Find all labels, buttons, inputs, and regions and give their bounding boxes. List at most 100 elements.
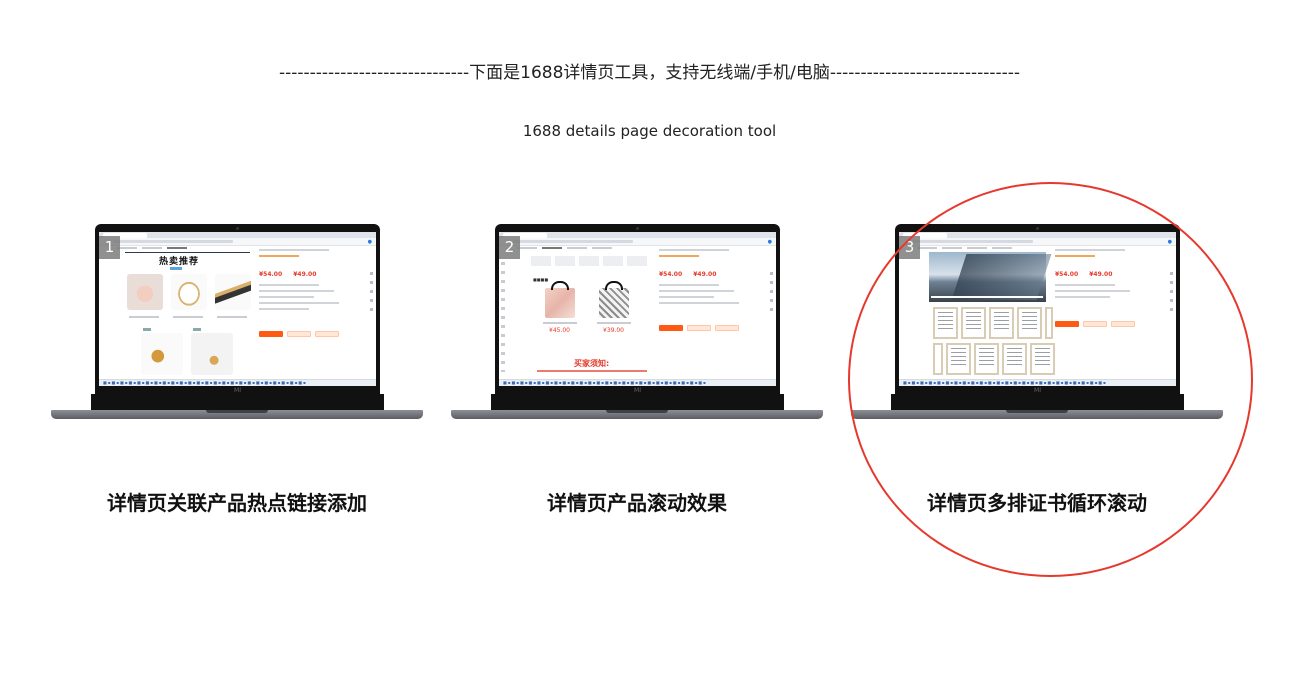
price-2: ¥49.00 [693, 271, 717, 278]
laptop-screen[interactable]: ● ¥54.00 ¥49.00 ■▪■▪■▪■▪■▪■▪■▪■▪■▪■▪■▪■▪… [899, 232, 1176, 386]
action-buttons [1055, 312, 1145, 327]
product-bag-gray[interactable] [599, 288, 629, 318]
section-title: 热卖推荐 [159, 257, 200, 267]
certificate-card[interactable] [1017, 307, 1042, 339]
laptop-bezel-bottom [91, 394, 384, 410]
camera-dot [636, 227, 639, 230]
browser-profile-icon[interactable]: ● [1168, 239, 1172, 245]
side-toolbar [1170, 272, 1174, 332]
taskbar: ■▪■▪■▪■▪■▪■▪■▪■▪■▪■▪■▪■▪■▪■▪■▪■▪■▪■▪■▪■▪… [499, 379, 776, 386]
price-row: ¥54.00 ¥49.00 [659, 261, 747, 280]
product-thumb-bangle[interactable] [171, 274, 207, 310]
caption-3: 详情页多排证书循环滚动 [927, 491, 1147, 515]
header-dashes-right: ------------------------------- [829, 63, 1021, 83]
browser-profile-icon[interactable]: ● [368, 239, 372, 245]
left-rail [501, 262, 505, 372]
bag-handle [551, 281, 569, 290]
certificate-card[interactable] [933, 343, 943, 375]
taskbar-icons[interactable]: ■▪■▪■▪■▪■▪■▪■▪■▪■▪■▪■▪■▪■▪■▪■▪■▪■▪■▪■▪■▪… [503, 380, 707, 385]
step-number-badge: 1 [99, 236, 120, 259]
price-1: ¥54.00 [1055, 271, 1079, 278]
video-controls[interactable] [931, 296, 1043, 298]
product-label [543, 322, 577, 324]
add-cart-button[interactable] [287, 331, 311, 337]
url-field[interactable] [113, 240, 233, 243]
certificate-card[interactable] [1030, 343, 1055, 375]
price-2: ¥49.00 [293, 271, 317, 278]
product-label [129, 316, 159, 318]
laptop-screen[interactable]: ● 热卖推荐 ¥54.00 ¥49.00 ■▪■▪■▪■▪■▪■▪■▪■▪■▪■… [99, 232, 376, 386]
browser-profile-icon[interactable]: ● [768, 239, 772, 245]
product-tag [143, 328, 151, 331]
buy-now-button[interactable] [259, 331, 283, 337]
laptop-card-1[interactable]: ● 热卖推荐 ¥54.00 ¥49.00 ■▪■▪■▪■▪■▪■▪■▪■▪■▪■… [51, 224, 423, 424]
banner-building [951, 254, 1052, 300]
caption-1: 详情页关联产品热点链接添加 [107, 491, 367, 515]
laptop-lid: ● ¥54.00 ¥49.00 ■▪■▪■▪■▪■▪■▪■▪■▪■▪■▪■▪■▪… [895, 224, 1180, 394]
order-button[interactable] [1111, 321, 1135, 327]
step-number-badge: 2 [499, 236, 520, 259]
bag-handle [605, 281, 623, 290]
section-heading: ■■■■ [533, 277, 549, 282]
order-button[interactable] [715, 325, 739, 331]
laptop-notch [1006, 410, 1068, 413]
product-price-2: ¥39.00 [603, 327, 624, 334]
laptop-card-3[interactable]: ● ¥54.00 ¥49.00 ■▪■▪■▪■▪■▪■▪■▪■▪■▪■▪■▪■▪… [851, 224, 1223, 424]
side-toolbar [770, 272, 774, 332]
taskbar-icons[interactable]: ■▪■▪■▪■▪■▪■▪■▪■▪■▪■▪■▪■▪■▪■▪■▪■▪■▪■▪■▪■▪… [103, 380, 307, 385]
brand-logo: MI [634, 387, 641, 394]
product-label [597, 322, 631, 324]
spec-table [531, 256, 649, 266]
product-thumb-earring[interactable] [141, 333, 183, 375]
product-label [217, 316, 247, 318]
certificate-card[interactable] [946, 343, 971, 375]
nav-divider [125, 252, 250, 253]
action-buttons [259, 322, 349, 337]
certificate-card[interactable] [961, 307, 986, 339]
product-tag [193, 328, 201, 331]
laptop-lid: ● 热卖推荐 ¥54.00 ¥49.00 ■▪■▪■▪■▪■▪■▪■▪■▪■▪■… [95, 224, 380, 394]
buy-now-button[interactable] [1055, 321, 1079, 327]
subtitle: 1688 details page decoration tool [522, 122, 777, 140]
price-1: ¥54.00 [259, 271, 283, 278]
certificate-card[interactable] [1002, 343, 1027, 375]
taskbar: ■▪■▪■▪■▪■▪■▪■▪■▪■▪■▪■▪■▪■▪■▪■▪■▪■▪■▪■▪■▪… [899, 379, 1176, 386]
url-field[interactable] [913, 240, 1033, 243]
buy-now-button[interactable] [659, 325, 683, 331]
url-field[interactable] [513, 240, 633, 243]
certificate-card[interactable] [1045, 307, 1053, 339]
section-tag [170, 267, 182, 270]
order-button[interactable] [315, 331, 339, 337]
laptop-card-2[interactable]: ● ■■■■ ¥45.00 ¥39.00 买家须知: ¥54.00 ¥49.00 [451, 224, 823, 424]
laptop-bezel-bottom [891, 394, 1184, 410]
taskbar: ■▪■▪■▪■▪■▪■▪■▪■▪■▪■▪■▪■▪■▪■▪■▪■▪■▪■▪■▪■▪… [99, 379, 376, 386]
price-2: ¥49.00 [1089, 271, 1113, 278]
product-thumb-ring[interactable] [127, 274, 163, 310]
camera-dot [1036, 227, 1039, 230]
price-1: ¥54.00 [659, 271, 683, 278]
product-thumb-pendant[interactable] [191, 333, 233, 375]
step-number-badge: 3 [899, 236, 920, 259]
laptop-screen[interactable]: ● ■■■■ ¥45.00 ¥39.00 买家须知: ¥54.00 ¥49.00 [499, 232, 776, 386]
product-label [173, 316, 203, 318]
certificate-card[interactable] [933, 307, 958, 339]
certificate-card[interactable] [974, 343, 999, 375]
product-bag-pink[interactable] [545, 288, 575, 318]
brand-logo: MI [234, 387, 241, 394]
product-thumb-feather[interactable] [215, 274, 251, 310]
laptop-lid: ● ■■■■ ¥45.00 ¥39.00 买家须知: ¥54.00 ¥49.00 [495, 224, 780, 394]
notice-title: 买家须知: [574, 359, 610, 368]
add-cart-button[interactable] [687, 325, 711, 331]
shop-subnav [517, 247, 647, 252]
action-buttons [659, 316, 749, 331]
taskbar-icons[interactable]: ■▪■▪■▪■▪■▪■▪■▪■▪■▪■▪■▪■▪■▪■▪■▪■▪■▪■▪■▪■▪… [903, 380, 1107, 385]
camera-dot [236, 227, 239, 230]
certificate-card[interactable] [989, 307, 1014, 339]
add-cart-button[interactable] [1083, 321, 1107, 327]
header-title: 下面是1688详情页工具，支持无线端/手机/电脑 [469, 63, 830, 83]
brand-logo: MI [1034, 387, 1041, 394]
header-line: -------------------------------下面是1688详情… [0, 58, 1299, 83]
laptop-notch [606, 410, 668, 413]
header-dashes-left: ------------------------------- [278, 63, 470, 83]
price-row: ¥54.00 ¥49.00 [1055, 261, 1143, 280]
